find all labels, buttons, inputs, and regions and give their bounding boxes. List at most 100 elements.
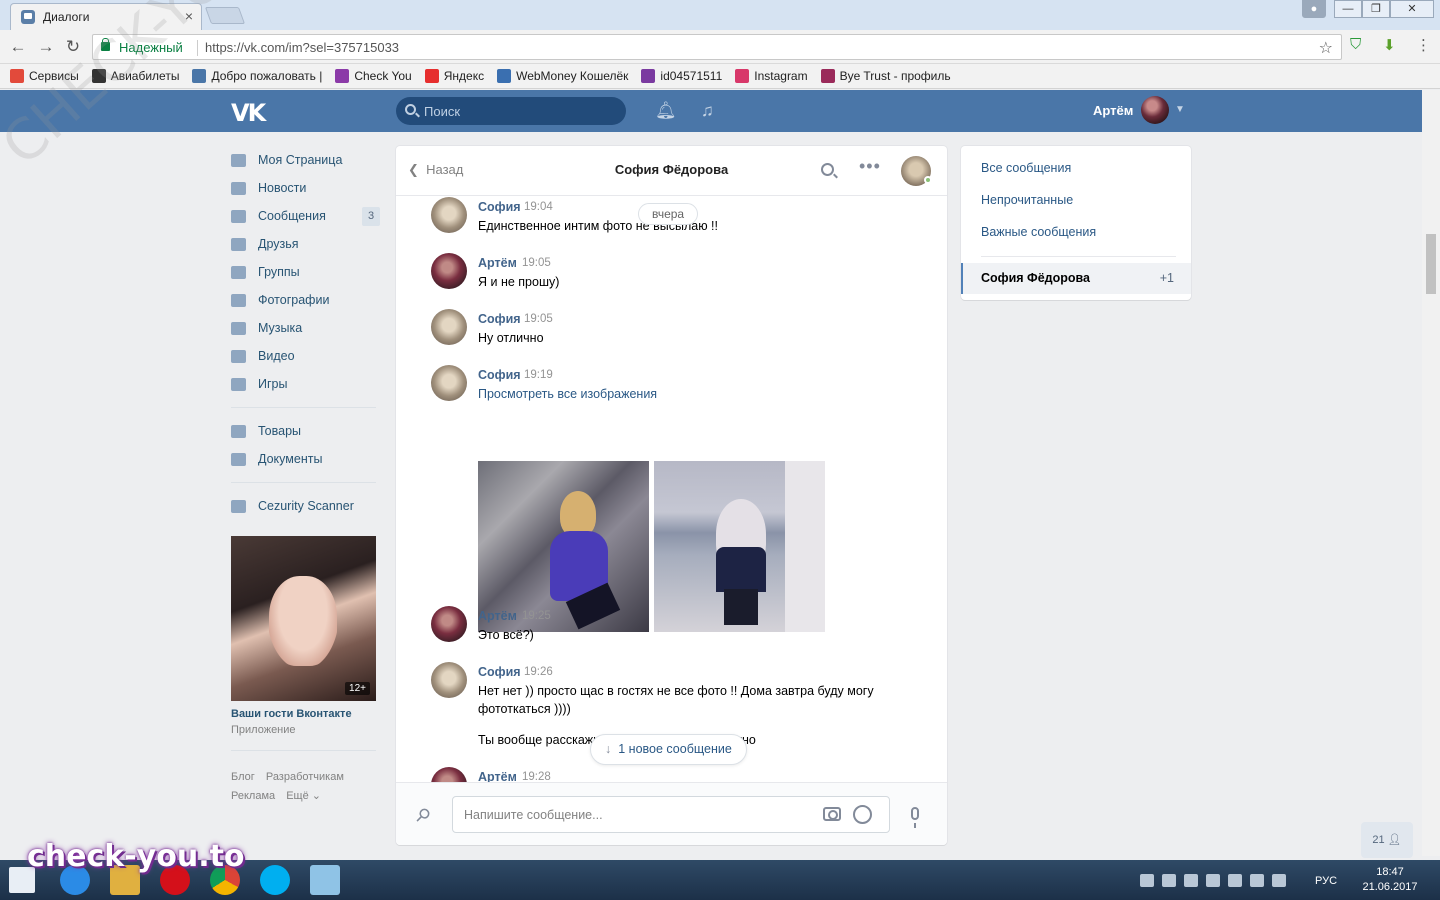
sender-avatar[interactable]	[431, 365, 467, 401]
vk-logo-icon[interactable]: VK	[231, 99, 266, 127]
forward-arrow-icon[interactable]: →	[36, 37, 56, 57]
header-avatar[interactable]	[1141, 96, 1169, 124]
chat-partner-avatar[interactable]	[901, 156, 932, 186]
tray-icon[interactable]	[1228, 874, 1242, 887]
message-time[interactable]: 19:05	[522, 257, 551, 269]
nav-item[interactable]: Видео	[231, 342, 381, 370]
tray-icon[interactable]	[1250, 874, 1264, 887]
sender-avatar[interactable]	[431, 253, 467, 289]
taskbar-clock[interactable]: 18:47 21.06.2017	[1360, 865, 1420, 895]
nav-item[interactable]: Фотографии	[231, 286, 381, 314]
footer-link-more[interactable]: Ещё ⌄	[286, 790, 321, 802]
tray-icon[interactable]	[1162, 874, 1176, 887]
more-options-icon[interactable]: •••	[859, 156, 881, 177]
nav-item[interactable]: Игры	[231, 370, 381, 398]
bookmark-item[interactable]: Bye Trust - профиль	[820, 69, 951, 83]
nav-item[interactable]: Cezurity Scanner	[231, 492, 381, 520]
minimize-button[interactable]: —	[1334, 0, 1362, 18]
nav-item[interactable]: Музыка	[231, 314, 381, 342]
message-author[interactable]: София	[478, 665, 521, 679]
bookmark-item[interactable]: Instagram	[735, 69, 808, 83]
music-note-icon[interactable]: ♫	[701, 101, 714, 121]
tray-icon[interactable]	[1184, 874, 1198, 887]
view-all-images-link[interactable]: Просмотреть все изображения	[478, 385, 898, 403]
nav-item[interactable]: Документы	[231, 445, 381, 473]
message-time[interactable]: 19:25	[522, 610, 551, 622]
message-time[interactable]: 19:05	[524, 313, 553, 325]
ad-banner-image[interactable]: 12+	[231, 536, 376, 701]
footer-link-blog[interactable]: Блог	[231, 771, 255, 783]
unread-count-badge: +1	[1159, 271, 1174, 285]
message-time[interactable]: 19:04	[524, 201, 553, 213]
sender-avatar[interactable]	[431, 767, 467, 782]
camera-icon[interactable]	[823, 807, 841, 821]
footer-link-ads[interactable]: Реклама	[231, 790, 275, 802]
menu-kebab-icon[interactable]: ⋮	[1416, 36, 1431, 54]
filter-all-messages[interactable]: Все сообщения	[981, 161, 1071, 175]
message-input-box[interactable]	[452, 796, 890, 833]
close-window-button[interactable]: ✕	[1390, 0, 1434, 18]
nav-item[interactable]: Товары	[231, 417, 381, 445]
active-conversation-item[interactable]: София Фёдорова +1	[961, 263, 1191, 294]
bookmark-star-icon[interactable]: ☆	[1319, 38, 1333, 58]
bookmark-item[interactable]: id04571511	[641, 69, 722, 83]
photo-attachment[interactable]	[478, 461, 649, 632]
message-author[interactable]: София	[478, 368, 521, 382]
message-author[interactable]: Артём	[478, 256, 517, 270]
notepad-icon[interactable]	[310, 865, 340, 895]
bookmark-item[interactable]: Добро пожаловать |	[192, 69, 322, 83]
profile-icon[interactable]: ●	[1302, 0, 1326, 18]
shield-extension-icon[interactable]: ⛉	[1350, 36, 1361, 53]
vk-search[interactable]	[396, 97, 626, 125]
nav-item[interactable]: Моя Страница	[231, 146, 381, 174]
filter-important[interactable]: Важные сообщения	[981, 225, 1096, 239]
header-user-name[interactable]: Артём	[1093, 103, 1133, 118]
url-text[interactable]: https://vk.com/im?sel=375715033	[205, 40, 399, 55]
sender-avatar[interactable]	[431, 197, 467, 233]
chat-search-icon[interactable]	[821, 163, 834, 176]
message-time[interactable]: 19:26	[524, 666, 553, 678]
emoji-icon[interactable]	[853, 805, 872, 824]
online-friends-button[interactable]: 21 👤︎	[1361, 822, 1413, 858]
scrollbar-thumb[interactable]	[1426, 234, 1436, 294]
sender-avatar[interactable]	[431, 606, 467, 642]
tray-icon[interactable]	[1140, 874, 1154, 887]
message-author[interactable]: София	[478, 312, 521, 326]
chevron-down-icon[interactable]: ▼	[1175, 104, 1185, 115]
sender-avatar[interactable]	[431, 309, 467, 345]
search-input[interactable]	[424, 102, 614, 120]
paperclip-icon[interactable]: ⚲	[411, 803, 434, 827]
address-bar[interactable]: Надежный https://vk.com/im?sel=375715033…	[92, 34, 1342, 60]
nav-item[interactable]: Друзья	[231, 230, 381, 258]
microphone-icon[interactable]	[911, 807, 919, 828]
keyboard-language[interactable]: РУС	[1315, 875, 1337, 887]
footer-link-developers[interactable]: Разработчикам	[266, 771, 344, 783]
new-message-button[interactable]: ↓ 1 новое сообщение	[590, 734, 747, 765]
restore-button[interactable]: ❐	[1362, 0, 1390, 18]
ad-title-link[interactable]: Ваши гости Вконтакте	[231, 708, 352, 720]
bookmark-item[interactable]: Check You	[335, 69, 412, 83]
download-extension-icon[interactable]: ⬇	[1383, 36, 1396, 54]
nav-item[interactable]: Сообщения 3	[231, 202, 381, 230]
back-arrow-icon[interactable]: ←	[8, 37, 28, 57]
address-divider	[197, 40, 198, 56]
volume-icon[interactable]	[1272, 874, 1286, 887]
bookmark-item[interactable]: WebMoney Кошелёк	[497, 69, 628, 83]
message-time[interactable]: 19:28	[522, 771, 551, 782]
skype-icon[interactable]	[260, 865, 290, 895]
message-time[interactable]: 19:19	[524, 369, 553, 381]
bell-icon[interactable]: 🔔︎	[655, 101, 677, 121]
photo-attachment[interactable]	[654, 461, 825, 632]
tray-icon[interactable]	[1206, 874, 1220, 887]
sender-avatar[interactable]	[431, 662, 467, 698]
message-author[interactable]: Артём	[478, 609, 517, 623]
page-scrollbar[interactable]	[1422, 90, 1440, 856]
nav-item[interactable]: Группы	[231, 258, 381, 286]
message-history[interactable]: София 19:04 Единственное интим фото не в…	[396, 197, 947, 782]
filter-unread[interactable]: Непрочитанные	[981, 193, 1073, 207]
message-author[interactable]: София	[478, 200, 521, 214]
bookmark-item[interactable]: Яндекс	[424, 69, 484, 83]
message-author[interactable]: Артём	[478, 770, 517, 782]
message-input[interactable]	[464, 806, 804, 824]
nav-item[interactable]: Новости	[231, 174, 381, 202]
